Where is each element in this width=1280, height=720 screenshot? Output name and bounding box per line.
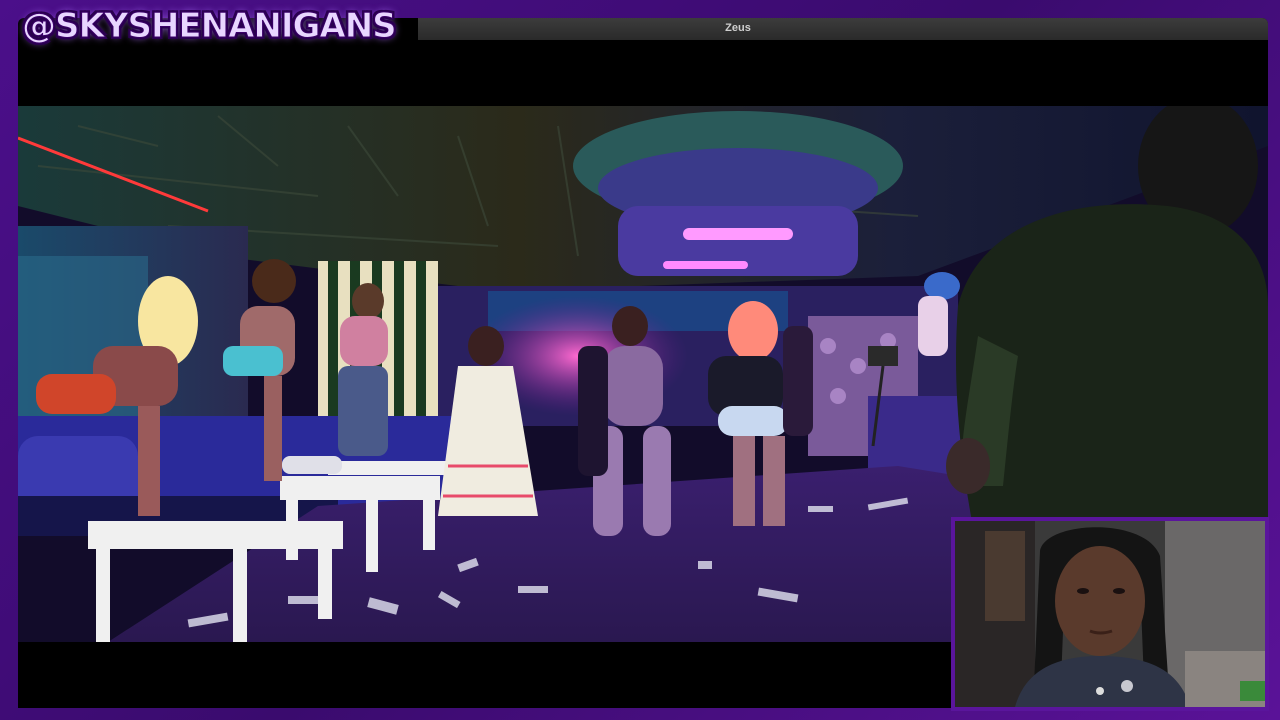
webcam-overlay: [951, 517, 1269, 711]
video-letterbox: [18, 642, 951, 708]
window-title: Zeus: [725, 22, 751, 34]
window-titlebar[interactable]: Zeus: [418, 18, 1268, 40]
streamer-handle: @SKYSHENANIGANS: [22, 6, 398, 47]
webcam-feed: [955, 521, 1265, 707]
